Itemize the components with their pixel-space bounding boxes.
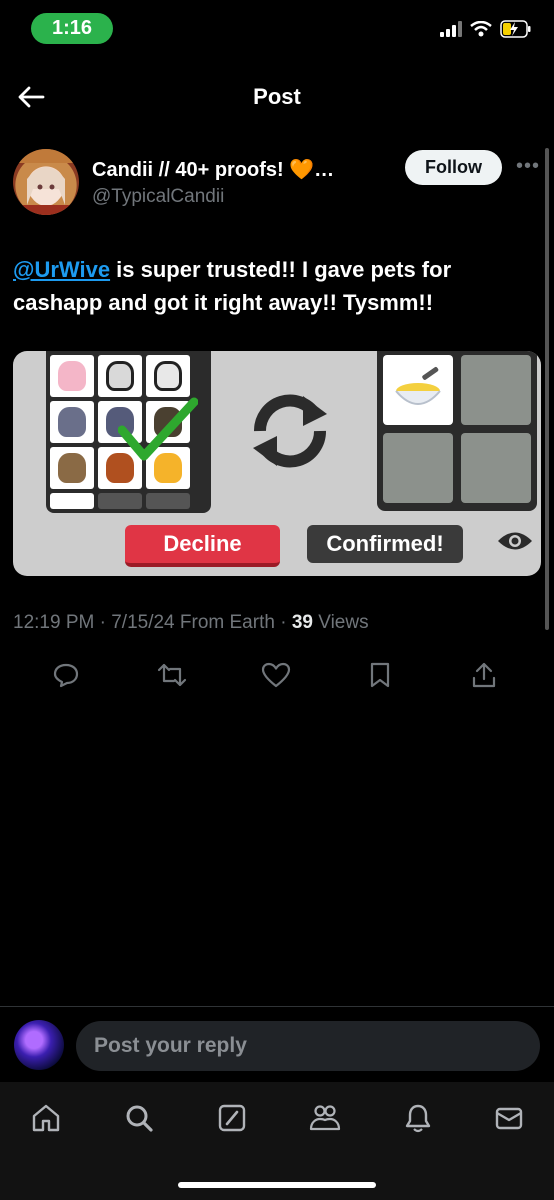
bookmark-icon	[370, 662, 390, 688]
reply-icon	[53, 663, 79, 688]
page-title: Post	[253, 84, 301, 109]
offered-items-grid	[46, 351, 211, 513]
nav-messages[interactable]	[491, 1100, 527, 1136]
nav-search[interactable]	[121, 1100, 157, 1136]
item-slot	[461, 355, 531, 425]
bell-icon	[405, 1104, 431, 1133]
nav-home[interactable]	[28, 1100, 64, 1136]
item-slot	[383, 355, 453, 425]
decline-button: Decline	[125, 525, 280, 567]
avatar-art	[13, 149, 79, 215]
follow-button[interactable]: Follow	[405, 150, 502, 185]
status-bar: 1:16	[0, 0, 554, 56]
scrollbar[interactable]	[545, 148, 549, 630]
status-icons	[440, 20, 532, 38]
status-time: 1:16	[31, 13, 113, 44]
nav-notifications[interactable]	[400, 1100, 436, 1136]
user-avatar[interactable]	[14, 1020, 64, 1070]
reply-input[interactable]: Post your reply	[76, 1021, 540, 1071]
battery-charging-icon	[500, 20, 531, 38]
author-handle[interactable]: @TypicalCandii	[92, 186, 224, 208]
wifi-icon	[470, 21, 492, 37]
share-button[interactable]	[464, 655, 504, 695]
views-count: 39	[291, 612, 313, 633]
search-icon	[126, 1105, 153, 1132]
author-name[interactable]: Candii // 40+ proofs! 🧡…	[92, 157, 334, 182]
confirmed-button: Confirmed!	[307, 525, 463, 563]
bowl-icon	[395, 366, 441, 405]
post-media-image[interactable]: Decline Confirmed!	[13, 351, 541, 576]
eye-icon	[498, 532, 532, 550]
cellular-signal-icon	[440, 21, 462, 37]
post-date: 7/15/24	[111, 612, 175, 633]
more-options-button[interactable]: •••	[516, 155, 540, 178]
heart-icon	[261, 662, 291, 688]
share-icon	[472, 662, 496, 688]
mail-icon	[495, 1107, 523, 1130]
home-icon	[32, 1104, 60, 1132]
top-header: Post	[0, 66, 554, 128]
pet-slot	[50, 355, 94, 397]
nav-grok[interactable]	[214, 1100, 250, 1136]
reply-button[interactable]	[46, 655, 86, 695]
checkmark-icon	[118, 397, 198, 461]
item-slot	[383, 433, 453, 503]
item-slot	[461, 433, 531, 503]
bottom-navigation	[0, 1082, 554, 1200]
trade-swap-icon	[253, 394, 327, 468]
pet-slot	[98, 355, 142, 397]
received-items-grid	[377, 351, 537, 511]
reply-bar: Post your reply	[0, 1006, 554, 1082]
post-location: From Earth	[179, 612, 275, 633]
pet-slot	[98, 493, 142, 509]
home-indicator[interactable]	[178, 1182, 376, 1188]
views-label: Views	[318, 612, 369, 633]
communities-icon	[309, 1105, 341, 1131]
pet-slot	[50, 447, 94, 489]
nav-communities[interactable]	[307, 1100, 343, 1136]
post-actions	[0, 655, 554, 695]
pet-slot	[50, 493, 94, 509]
post-text: @UrWive is super trusted!! I gave pets f…	[13, 253, 541, 319]
mention-link[interactable]: @UrWive	[13, 257, 110, 282]
pet-slot	[146, 493, 190, 509]
post-time: 12:19 PM	[13, 612, 95, 633]
pet-slot	[50, 401, 94, 443]
like-button[interactable]	[256, 655, 296, 695]
repost-icon	[157, 663, 187, 687]
author-avatar[interactable]	[13, 149, 79, 215]
post-metadata: 12:19 PM · 7/15/24 From Earth · 39 Views	[13, 612, 369, 633]
grok-icon	[218, 1104, 246, 1132]
bookmark-button[interactable]	[360, 655, 400, 695]
repost-button[interactable]	[152, 655, 192, 695]
pet-slot	[146, 355, 190, 397]
